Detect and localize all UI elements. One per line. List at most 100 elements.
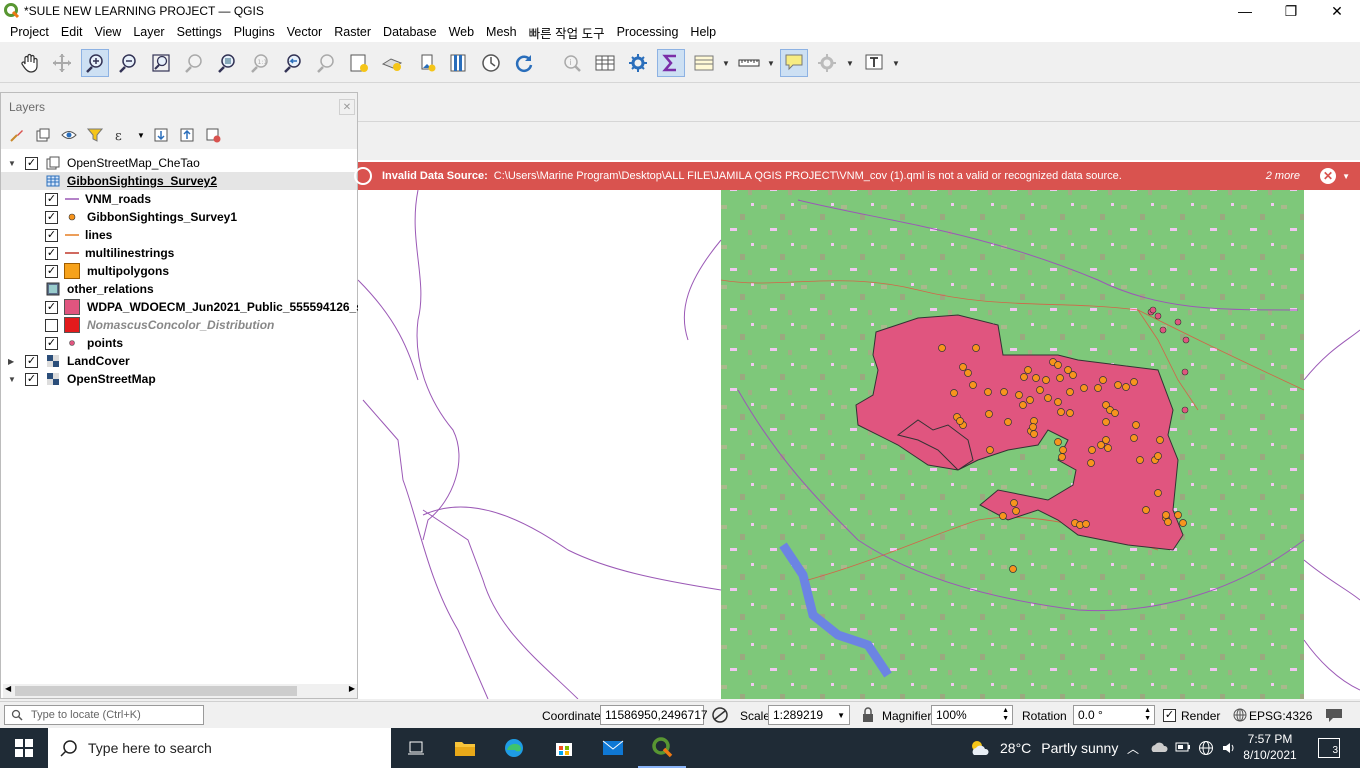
menu-project[interactable]: Project <box>4 25 55 39</box>
menu-help[interactable]: Help <box>684 25 722 39</box>
show-hidden-icons-icon[interactable]: ︿ <box>1127 740 1139 757</box>
add-group-icon[interactable] <box>33 125 53 145</box>
menu-edit[interactable]: Edit <box>55 25 89 39</box>
locator-search-input[interactable]: Type to locate (Ctrl+K) <box>4 705 204 725</box>
menu-database[interactable]: Database <box>377 25 443 39</box>
maximize-button[interactable]: ❐ <box>1268 0 1314 22</box>
layer-row-openstreetmap-chetao[interactable]: ▼ ✓ OpenStreetMap_CheTao <box>1 154 357 172</box>
annotation-dropdown-icon[interactable]: ▼ <box>846 59 854 68</box>
zoom-to-selection-icon[interactable] <box>180 49 208 77</box>
crs-label[interactable]: EPSG:4326 <box>1249 709 1312 723</box>
layer-row-openstreetmap[interactable]: ▼ ✓ OpenStreetMap <box>1 370 357 388</box>
collapse-all-icon[interactable] <box>177 125 197 145</box>
mail-icon[interactable] <box>589 728 637 768</box>
layers-panel-close-button[interactable]: ✕ <box>339 99 355 115</box>
identify-icon[interactable]: i <box>558 49 586 77</box>
scrollbar-thumb[interactable] <box>15 686 297 696</box>
layer-row-other-relations[interactable]: other_relations <box>1 280 357 298</box>
message-close-button[interactable]: ✕ <box>1320 168 1336 184</box>
task-view-icon[interactable] <box>392 728 440 768</box>
style-manager-icon[interactable] <box>7 125 27 145</box>
coordinate-field[interactable]: 11586950,2496717 <box>600 705 708 725</box>
scroll-left-arrow-icon[interactable]: ◀ <box>5 684 11 693</box>
menu-mesh[interactable]: Mesh <box>480 25 523 39</box>
zoom-last-icon[interactable] <box>279 49 307 77</box>
spinbox-arrows-icon[interactable]: ▲ ▼ <box>1144 707 1151 723</box>
close-button[interactable]: ✕ <box>1314 0 1360 22</box>
layer-visibility-checkbox[interactable]: ✓ <box>45 246 58 260</box>
rotation-spinbox[interactable]: 0.0 ° ▲ ▼ <box>1073 705 1155 725</box>
file-explorer-icon[interactable] <box>441 728 489 768</box>
zoom-out-icon[interactable] <box>114 49 142 77</box>
layer-row-nomascus-distribution[interactable]: NomascusConcolor_Distribution <box>1 316 357 334</box>
messages-icon[interactable] <box>1325 707 1343 726</box>
layer-row-gibbonsightings-survey2[interactable]: GibbonSightings_Survey2 <box>1 172 357 190</box>
menu-settings[interactable]: Settings <box>171 25 228 39</box>
menu-plugins[interactable]: Plugins <box>228 25 281 39</box>
collapse-arrow-icon[interactable]: ▼ <box>8 375 18 384</box>
pan-hand-icon[interactable] <box>16 49 44 77</box>
measure-dropdown-icon[interactable]: ▼ <box>767 59 775 68</box>
spinbox-arrows-icon[interactable]: ▲ ▼ <box>1002 707 1009 723</box>
pan-to-selection-icon[interactable] <box>48 49 76 77</box>
menu-view[interactable]: View <box>88 25 127 39</box>
annotation-gear-icon[interactable] <box>813 49 841 77</box>
measure-ruler-icon[interactable] <box>735 49 763 77</box>
menu-processing[interactable]: Processing <box>611 25 685 39</box>
visibility-eye-icon[interactable] <box>59 125 79 145</box>
network-cloud-icon[interactable] <box>1150 740 1168 757</box>
attribute-table-icon[interactable] <box>591 49 619 77</box>
field-calculator-dropdown-icon[interactable]: ▼ <box>722 59 730 68</box>
refresh-icon[interactable] <box>510 49 538 77</box>
map-canvas[interactable] <box>358 160 1360 699</box>
menu-raster[interactable]: Raster <box>328 25 377 39</box>
text-annotation-icon[interactable] <box>860 49 888 77</box>
new-map-view-icon[interactable] <box>444 49 472 77</box>
windows-start-icon[interactable] <box>0 728 48 768</box>
layer-visibility-checkbox[interactable]: ✓ <box>25 372 38 386</box>
layer-row-multipolygons[interactable]: ✓ multipolygons <box>1 262 357 280</box>
new-bookmark-icon[interactable] <box>345 49 373 77</box>
menu-web[interactable]: Web <box>443 25 480 39</box>
lock-scale-icon[interactable] <box>861 707 875 726</box>
layers-horizontal-scrollbar[interactable]: ◀ ▶ <box>3 684 357 698</box>
zoom-next-icon[interactable] <box>312 49 340 77</box>
collapse-arrow-icon[interactable]: ▼ <box>8 159 18 168</box>
remove-layer-icon[interactable] <box>203 125 223 145</box>
language-globe-icon[interactable] <box>1198 740 1214 759</box>
scale-dropdown-icon[interactable]: ▼ <box>837 711 845 720</box>
expand-all-icon[interactable] <box>151 125 171 145</box>
scroll-right-arrow-icon[interactable]: ▶ <box>349 684 355 693</box>
new-3d-view-icon[interactable] <box>414 49 442 77</box>
qgis-taskbar-icon[interactable] <box>638 728 686 768</box>
layer-row-multilinestrings[interactable]: ✓ multilinestrings <box>1 244 357 262</box>
layer-visibility-checkbox[interactable] <box>45 318 58 332</box>
toggle-extents-icon[interactable] <box>711 706 729 727</box>
battery-icon[interactable] <box>1175 741 1191 756</box>
filter-legend-icon[interactable] <box>85 125 105 145</box>
magnifier-spinbox[interactable]: 100% ▲ ▼ <box>931 705 1013 725</box>
more-messages-link[interactable]: 2 more <box>1266 170 1300 182</box>
edge-browser-icon[interactable] <box>490 728 538 768</box>
layer-visibility-checkbox[interactable]: ✓ <box>45 192 58 206</box>
zoom-native-icon[interactable]: 1:1 <box>246 49 274 77</box>
layer-row-vnm-roads[interactable]: ✓ VNM_roads <box>1 190 357 208</box>
layer-row-wdpa[interactable]: ✓ WDPA_WDOECM_Jun2021_Public_555594126_s… <box>1 298 378 316</box>
filter-expression-icon[interactable]: ε <box>111 125 131 145</box>
layer-row-points[interactable]: ✓ points <box>1 334 357 352</box>
scale-combobox[interactable]: 1:289219 ▼ <box>768 705 850 725</box>
layer-row-lines[interactable]: ✓ lines <box>1 226 357 244</box>
field-calculator-icon[interactable] <box>690 49 718 77</box>
layer-visibility-checkbox[interactable]: ✓ <box>45 336 58 350</box>
volume-icon[interactable] <box>1221 740 1237 759</box>
microsoft-store-icon[interactable] <box>540 728 588 768</box>
menu-quick-tools[interactable]: 빠른 작업 도구 <box>523 23 611 42</box>
layer-visibility-checkbox[interactable]: ✓ <box>45 300 58 314</box>
filter-expression-dropdown-icon[interactable]: ▼ <box>137 125 145 145</box>
taskbar-search-box[interactable]: Type here to search <box>48 728 391 768</box>
menu-layer[interactable]: Layer <box>127 25 170 39</box>
text-annotation-dropdown-icon[interactable]: ▼ <box>892 59 900 68</box>
layer-row-gibbonsightings-survey1[interactable]: ✓ GibbonSightings_Survey1 <box>1 208 357 226</box>
layer-visibility-checkbox[interactable]: ✓ <box>45 228 58 242</box>
zoom-full-icon[interactable] <box>147 49 175 77</box>
